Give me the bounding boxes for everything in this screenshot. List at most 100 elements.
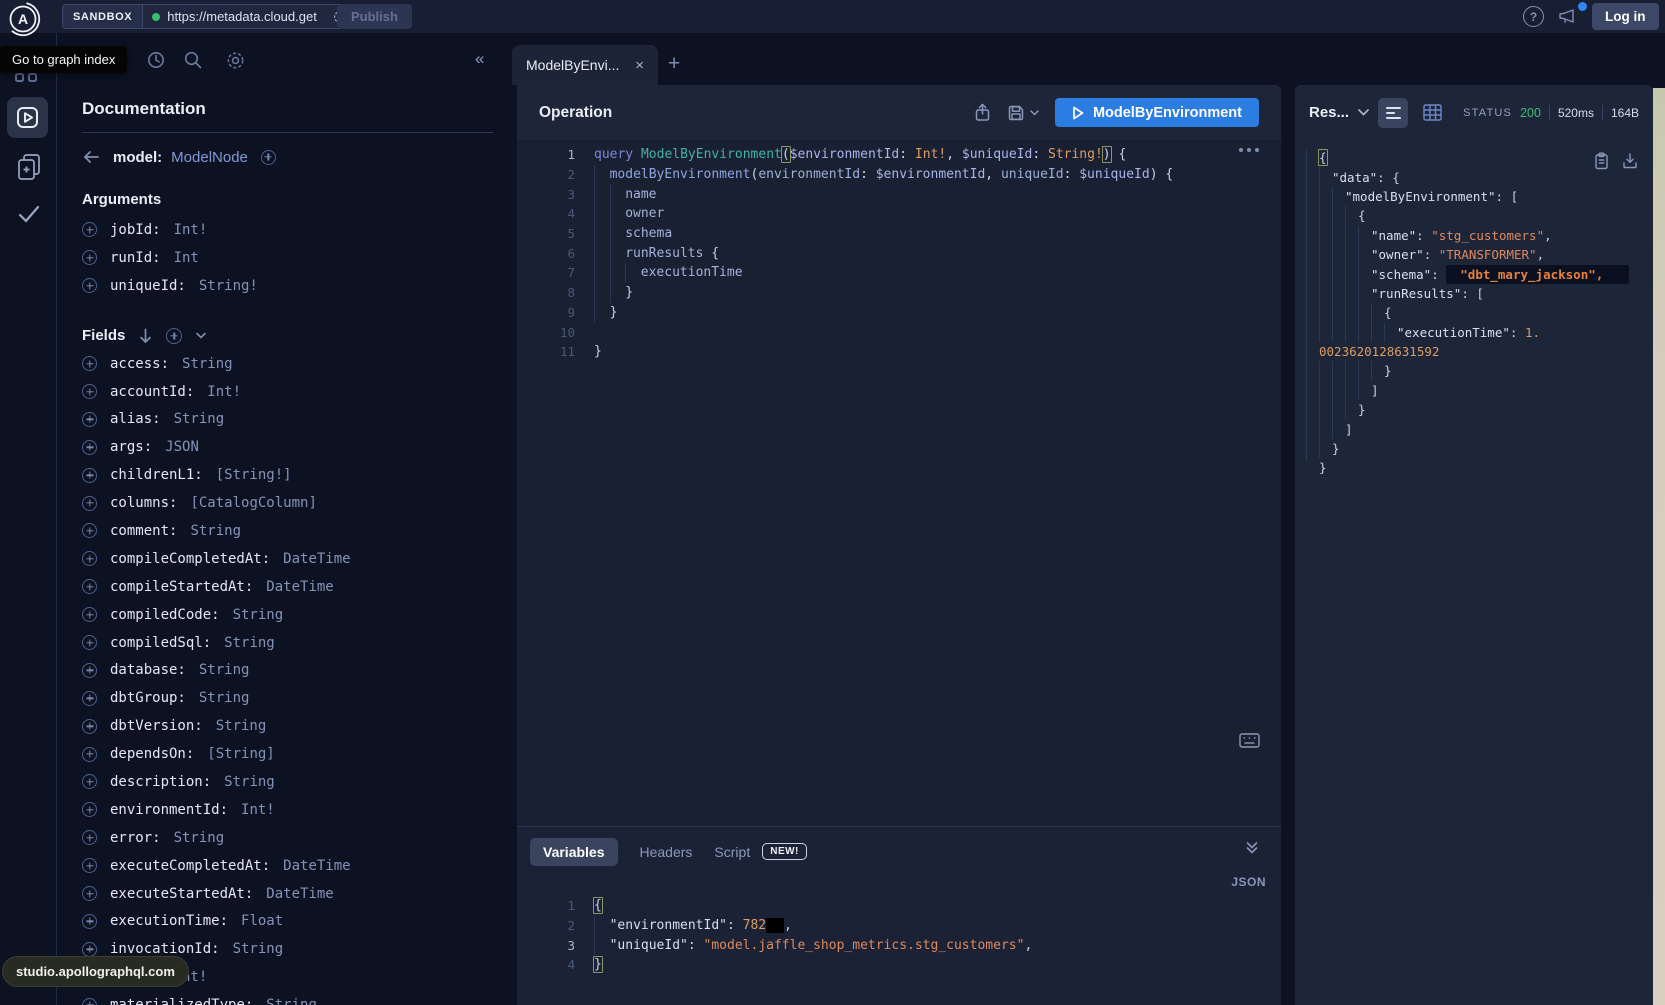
field-name[interactable]: database: xyxy=(110,662,186,678)
field-type[interactable]: String xyxy=(233,941,284,957)
field-type[interactable]: String xyxy=(224,635,275,651)
search-icon[interactable] xyxy=(183,50,203,70)
field-name[interactable]: environmentId: xyxy=(110,802,228,818)
tab-headers[interactable]: Headers xyxy=(640,844,693,860)
field-type[interactable]: Int xyxy=(174,250,199,266)
close-tab-icon[interactable]: × xyxy=(635,57,644,74)
add-to-query-icon[interactable] xyxy=(82,886,97,901)
add-to-query-icon[interactable] xyxy=(82,356,97,371)
field-name[interactable]: columns: xyxy=(110,495,177,511)
add-to-query-icon[interactable] xyxy=(82,663,97,678)
field-type[interactable]: String xyxy=(266,997,317,1005)
overflow-menu-icon[interactable] xyxy=(1239,148,1259,152)
add-to-query-icon[interactable] xyxy=(82,830,97,845)
apollo-logo[interactable]: A xyxy=(5,1,41,37)
add-to-query-icon[interactable] xyxy=(82,774,97,789)
field-type[interactable]: String xyxy=(224,774,275,790)
add-to-query-icon[interactable] xyxy=(82,440,97,455)
collapse-double-chevron-icon[interactable] xyxy=(1245,841,1259,855)
field-type[interactable]: JSON xyxy=(165,439,199,455)
field-type[interactable]: DateTime xyxy=(283,858,350,874)
gear-icon[interactable] xyxy=(225,50,246,71)
login-button[interactable]: Log in xyxy=(1592,3,1659,30)
field-type[interactable]: [String!] xyxy=(216,467,292,483)
tab-variables[interactable]: Variables xyxy=(530,838,618,866)
field-name[interactable]: access: xyxy=(110,356,169,372)
field-name[interactable]: alias: xyxy=(110,411,161,427)
tab-modelbyenvironment[interactable]: ModelByEnvi... × xyxy=(512,45,658,85)
field-type[interactable]: String xyxy=(174,411,225,427)
field-name[interactable]: accountId: xyxy=(110,384,194,400)
field-name[interactable]: compileStartedAt: xyxy=(110,579,253,595)
add-field-icon[interactable] xyxy=(261,150,276,165)
field-name[interactable]: compileCompletedAt: xyxy=(110,551,270,567)
field-type[interactable]: String xyxy=(199,690,250,706)
add-to-query-icon[interactable] xyxy=(82,635,97,650)
add-to-query-icon[interactable] xyxy=(82,719,97,734)
help-icon[interactable]: ? xyxy=(1523,6,1544,27)
field-type[interactable]: String! xyxy=(199,278,258,294)
chevron-down-icon[interactable] xyxy=(1358,109,1369,116)
variables-editor[interactable]: 1{2"environmentId": 782,3"uniqueId": "mo… xyxy=(517,862,1281,975)
field-type[interactable]: String xyxy=(182,356,233,372)
field-type[interactable]: Int! xyxy=(207,384,241,400)
field-type[interactable]: String xyxy=(216,718,267,734)
megaphone-icon[interactable] xyxy=(1557,6,1579,26)
add-to-query-icon[interactable] xyxy=(82,523,97,538)
field-name[interactable]: executeStartedAt: xyxy=(110,886,253,902)
field-name[interactable]: description: xyxy=(110,774,211,790)
save-operation-button[interactable] xyxy=(1007,104,1039,122)
endpoint-url-input[interactable]: https://metadata.cloud.get xyxy=(167,9,325,24)
add-all-fields-icon[interactable] xyxy=(166,328,182,344)
add-to-query-icon[interactable] xyxy=(82,222,97,237)
schema-rail-button[interactable] xyxy=(0,153,57,181)
add-to-query-icon[interactable] xyxy=(82,998,97,1005)
download-icon[interactable] xyxy=(1622,152,1638,170)
add-to-query-icon[interactable] xyxy=(82,914,97,929)
endpoint-url-group[interactable]: SANDBOX https://metadata.cloud.get xyxy=(62,4,358,29)
checks-rail-button[interactable] xyxy=(0,205,57,223)
run-operation-button[interactable]: ModelByEnvironment xyxy=(1055,98,1259,127)
back-arrow-icon[interactable] xyxy=(82,150,100,164)
explorer-rail-button[interactable] xyxy=(7,97,48,138)
sort-fields-icon[interactable] xyxy=(139,328,152,344)
field-name[interactable]: dependsOn: xyxy=(110,746,194,762)
add-to-query-icon[interactable] xyxy=(82,579,97,594)
field-type[interactable]: Int! xyxy=(174,222,208,238)
add-to-query-icon[interactable] xyxy=(82,468,97,483)
add-to-query-icon[interactable] xyxy=(82,384,97,399)
field-type[interactable]: Int! xyxy=(241,802,275,818)
tab-script[interactable]: Script xyxy=(714,844,750,860)
add-to-query-icon[interactable] xyxy=(82,551,97,566)
field-name[interactable]: jobId: xyxy=(110,222,161,238)
field-name[interactable]: error: xyxy=(110,830,161,846)
operation-editor[interactable]: 1query ModelByEnvironment($environmentId… xyxy=(517,140,1281,826)
field-type[interactable]: [CatalogColumn] xyxy=(190,495,316,511)
add-to-query-icon[interactable] xyxy=(82,747,97,762)
field-name[interactable]: comment: xyxy=(110,523,177,539)
add-to-query-icon[interactable] xyxy=(82,942,97,957)
response-body[interactable]: {"data": {"modelByEnvironment": [{"name"… xyxy=(1295,140,1653,1005)
field-type[interactable]: String xyxy=(199,662,250,678)
field-type[interactable]: [String] xyxy=(207,746,274,762)
add-to-query-icon[interactable] xyxy=(82,496,97,511)
history-icon[interactable] xyxy=(146,50,166,70)
collapse-docs-panel-button[interactable]: « xyxy=(475,49,484,69)
add-to-query-icon[interactable] xyxy=(82,858,97,873)
field-name[interactable]: invocationId: xyxy=(110,941,220,957)
field-name[interactable]: materializedType: xyxy=(110,997,253,1005)
field-type[interactable]: DateTime xyxy=(283,551,350,567)
field-name[interactable]: args: xyxy=(110,439,152,455)
field-name[interactable]: childrenL1: xyxy=(110,467,203,483)
publish-button[interactable]: Publish xyxy=(337,4,412,29)
copy-icon[interactable] xyxy=(1594,152,1609,170)
field-name[interactable]: compiledSql: xyxy=(110,635,211,651)
field-type[interactable]: String xyxy=(174,830,225,846)
field-type[interactable]: DateTime xyxy=(266,886,333,902)
field-type[interactable]: Float xyxy=(241,913,283,929)
add-to-query-icon[interactable] xyxy=(82,250,97,265)
add-to-query-icon[interactable] xyxy=(82,412,97,427)
field-type[interactable]: String xyxy=(190,523,241,539)
add-to-query-icon[interactable] xyxy=(82,802,97,817)
table-view-button[interactable] xyxy=(1417,98,1447,128)
